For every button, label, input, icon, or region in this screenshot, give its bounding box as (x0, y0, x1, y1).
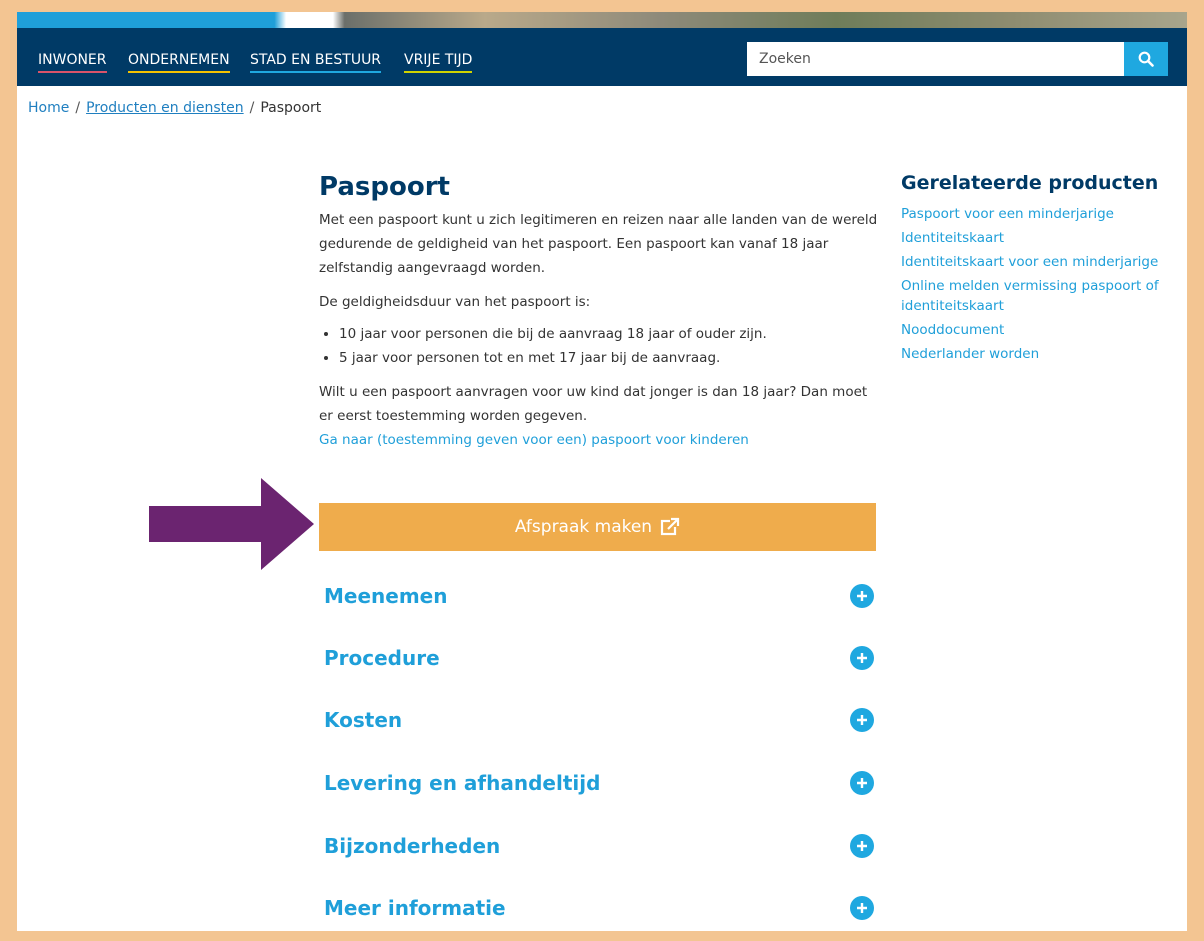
child-passport-link[interactable]: Ga naar (toestemming geven voor een) pas… (319, 428, 879, 452)
page-title: Paspoort (319, 172, 450, 202)
accordion-bijzonderheden[interactable]: Bijzonderheden (324, 828, 874, 864)
accordion-meenemen[interactable]: Meenemen (324, 578, 874, 614)
appointment-button-label: Afspraak maken (514, 517, 653, 537)
expand-plus-icon[interactable] (850, 896, 874, 920)
expand-plus-icon[interactable] (850, 771, 874, 795)
intro-text: Met een paspoort kunt u zich legitimeren… (319, 212, 878, 276)
expand-plus-icon[interactable] (850, 834, 874, 858)
validity-item: 10 jaar voor personen die bij de aanvraa… (339, 322, 879, 346)
appointment-button[interactable]: Afspraak maken (319, 503, 876, 551)
accordion-meer-informatie[interactable]: Meer informatie (324, 890, 874, 926)
search-icon (1138, 51, 1154, 67)
accordion-levering[interactable]: Levering en afhandeltijd (324, 765, 874, 801)
external-link-icon (660, 517, 680, 536)
breadcrumb-separator: / (75, 100, 81, 116)
breadcrumb-current: Paspoort (260, 100, 322, 116)
accordion-title: Procedure (324, 646, 440, 670)
sidebar-title: Gerelateerde producten (901, 172, 1159, 194)
related-link[interactable]: Nooddocument (901, 320, 1171, 340)
hero-image-strip (17, 12, 1187, 28)
validity-item: 5 jaar voor personen tot en met 17 jaar … (339, 346, 879, 370)
expand-plus-icon[interactable] (850, 646, 874, 670)
accordion-title: Levering en afhandeltijd (324, 771, 601, 795)
related-link[interactable]: Nederlander worden (901, 344, 1171, 364)
breadcrumb-home[interactable]: Home (28, 100, 69, 116)
search-button[interactable] (1124, 42, 1168, 76)
accordion-title: Meenemen (324, 584, 448, 608)
breadcrumb-separator: / (249, 100, 255, 116)
validity-list: 10 jaar voor personen die bij de aanvraa… (319, 322, 879, 370)
related-link[interactable]: Paspoort voor een minderjarige (901, 204, 1171, 224)
nav-vrije-tijd[interactable]: VRIJE TIJD (404, 52, 473, 73)
breadcrumb-producten[interactable]: Producten en diensten (86, 100, 244, 116)
accordion-title: Meer informatie (324, 896, 506, 920)
search-input[interactable] (747, 42, 1124, 76)
related-products-sidebar: Gerelateerde producten Paspoort voor een… (901, 172, 1171, 368)
main-content: Paspoort Met een paspoort kunt u zich le… (319, 172, 879, 452)
nav-ondernemen[interactable]: ONDERNEMEN (128, 52, 230, 73)
purple-arrow-annotation (149, 478, 314, 570)
accordion-procedure[interactable]: Procedure (324, 640, 874, 676)
accordion-title: Bijzonderheden (324, 834, 501, 858)
validity-intro: De geldigheidsduur van het paspoort is: (319, 294, 591, 310)
child-info-text: Wilt u een paspoort aanvragen voor uw ki… (319, 384, 868, 424)
breadcrumb: Home / Producten en diensten / Paspoort (28, 100, 321, 116)
nav-inwoner[interactable]: INWONER (38, 52, 107, 73)
expand-plus-icon[interactable] (850, 584, 874, 608)
related-link[interactable]: Identiteitskaart voor een minderjarige (901, 252, 1171, 272)
expand-plus-icon[interactable] (850, 708, 874, 732)
related-link[interactable]: Online melden vermissing paspoort of ide… (901, 276, 1171, 316)
accordion-title: Kosten (324, 708, 403, 732)
accordion-kosten[interactable]: Kosten (324, 702, 874, 738)
nav-stad-en-bestuur[interactable]: STAD EN BESTUUR (250, 52, 382, 73)
page-frame: INWONER ONDERNEMEN STAD EN BESTUUR VRIJE… (17, 12, 1187, 931)
related-link[interactable]: Identiteitskaart (901, 228, 1171, 248)
